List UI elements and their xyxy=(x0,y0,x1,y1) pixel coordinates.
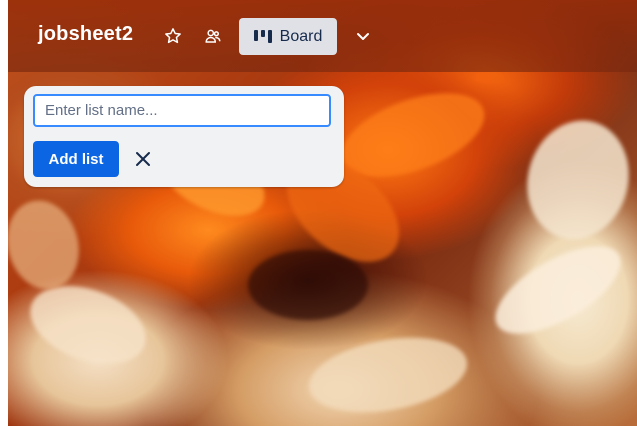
board-view-label: Board xyxy=(279,27,323,45)
workspace-visibility-icon xyxy=(205,29,221,43)
board-view-button[interactable]: Board xyxy=(239,18,337,55)
trello-board-page: jobsheet2 Board Add list xyxy=(0,0,637,426)
add-list-form: Add list xyxy=(24,86,344,187)
chevron-down-icon xyxy=(357,33,369,40)
list-name-input[interactable] xyxy=(33,94,331,127)
visibility-button[interactable] xyxy=(199,22,227,50)
star-icon xyxy=(165,28,181,44)
board-view-icon xyxy=(253,29,272,43)
close-icon xyxy=(136,152,150,166)
view-switcher-button[interactable] xyxy=(350,22,376,50)
cancel-add-list-button[interactable] xyxy=(129,145,157,173)
star-board-button[interactable] xyxy=(159,22,187,50)
board-title[interactable]: jobsheet2 xyxy=(38,23,133,46)
add-list-button[interactable]: Add list xyxy=(33,141,119,177)
